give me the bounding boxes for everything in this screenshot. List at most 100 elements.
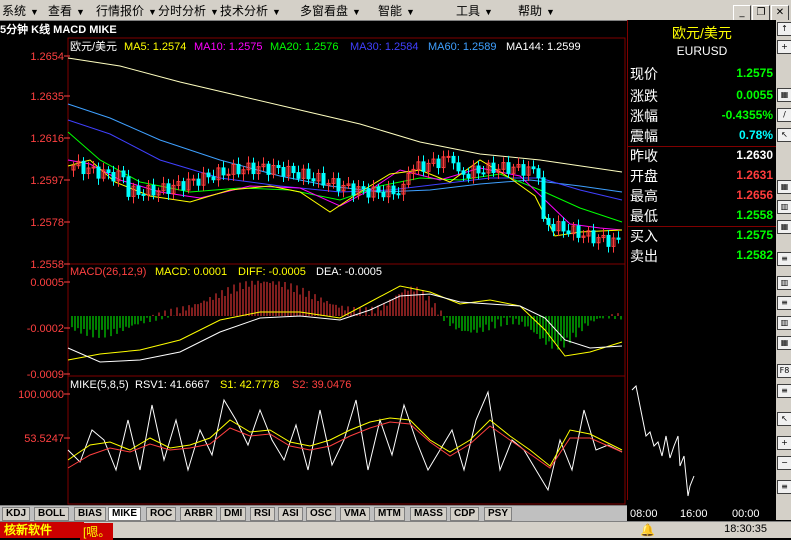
quote-row: 最高 1.2656 — [628, 186, 776, 206]
candle-body — [236, 163, 241, 175]
candle-body — [491, 162, 496, 174]
minimize-button[interactable]: _ — [733, 5, 751, 21]
quote-label: 最低 — [630, 208, 658, 224]
cursor-icon[interactable]: ↖ — [777, 412, 791, 426]
grid-icon[interactable]: ▦ — [777, 88, 791, 102]
quote-value: 0.0055 — [736, 88, 773, 102]
quote-label: 买入 — [630, 228, 658, 244]
candle-body — [311, 178, 316, 182]
candle-body — [481, 172, 486, 175]
candle-body — [576, 225, 581, 238]
quote-label: 昨收 — [630, 148, 658, 164]
s2-legend: S2: 39.0476 — [292, 379, 351, 391]
tab-bias[interactable]: BIAS — [74, 507, 106, 521]
tab-dmi[interactable]: DMI — [220, 507, 247, 521]
candle-body — [366, 188, 371, 198]
candle-body — [461, 170, 466, 175]
macd-panel-frame — [67, 263, 626, 377]
grid-icon[interactable]: ▦ — [777, 180, 791, 194]
quote-value: 1.2575 — [736, 228, 773, 242]
tab-kdj[interactable]: KDJ — [2, 507, 31, 521]
line-tool-icon[interactable]: / — [777, 108, 791, 122]
quote-label: 涨幅 — [630, 108, 658, 124]
list-icon[interactable]: ≡ — [777, 480, 791, 494]
tab-rsi[interactable]: RSI — [250, 507, 275, 521]
mini-time-1: 16:00 — [680, 508, 708, 520]
tab-psy[interactable]: PSY — [484, 507, 513, 521]
quote-label: 现价 — [630, 66, 658, 82]
diff-line — [67, 285, 623, 361]
candle-body — [606, 234, 611, 247]
candle-body — [91, 166, 96, 169]
quote-symbol: EURUSD — [676, 44, 728, 58]
candle-body — [166, 183, 171, 194]
quote-row: 卖出 1.2582 — [628, 246, 776, 266]
cursor-icon[interactable]: ↖ — [777, 128, 791, 142]
grid-icon[interactable]: ▦ — [777, 336, 791, 350]
candle-body — [466, 173, 471, 179]
quote-row: 现价 1.2575 — [628, 64, 776, 84]
quote-label: 卖出 — [630, 248, 658, 264]
quote-row: 开盘 1.2631 — [628, 166, 776, 186]
list-icon[interactable]: ≡ — [777, 296, 791, 310]
quote-value: 1.2656 — [736, 188, 773, 202]
quote-value: 1.2630 — [736, 148, 773, 162]
bar-tool-icon[interactable]: ▥ — [777, 316, 791, 330]
axis-tick-label: 1.2616 — [30, 133, 64, 145]
bar-tool-icon[interactable]: ▥ — [777, 200, 791, 214]
close-button[interactable]: ✕ — [771, 5, 789, 21]
candle-body — [591, 230, 596, 244]
list-icon[interactable]: ≡ — [777, 384, 791, 398]
ma5-legend: MA5: 1.2574 — [124, 41, 186, 53]
quote-label: 最高 — [630, 188, 658, 204]
candle-body — [536, 168, 541, 179]
tab-vma[interactable]: VMA — [340, 507, 371, 521]
grid-icon[interactable]: ▦ — [777, 220, 791, 234]
candle-body — [456, 162, 461, 172]
quote-value: -0.4355% — [721, 108, 773, 122]
candle-body — [476, 165, 481, 174]
zoom-in-icon[interactable]: + — [777, 40, 791, 54]
tab-cdp[interactable]: CDP — [450, 507, 480, 521]
diff-legend: DIFF: -0.0005 — [238, 266, 306, 278]
up-arrow-icon[interactable]: ↑ — [777, 22, 791, 36]
candle-body — [396, 193, 401, 196]
ma-legend-name: 欧元/美元 — [70, 40, 117, 53]
axis-tick-label: 1.2635 — [30, 91, 64, 103]
candle-body — [81, 160, 86, 175]
candle-body — [96, 166, 101, 179]
quote-value: 1.2558 — [736, 208, 773, 222]
candle-body — [251, 162, 256, 175]
bell-icon[interactable]: 🔔 — [640, 523, 655, 537]
status-bar: 核新软件 [嗯。 🔔 18:30:35 — [0, 521, 791, 540]
bar-tool-icon[interactable]: ▥ — [777, 276, 791, 290]
indicator-tabs: KDJ BOLL BIAS MIKE ROC ARBR DMI RSI ASI OSC VMA MTM… — [0, 505, 627, 521]
candle-body — [421, 161, 426, 172]
candle-body — [306, 168, 311, 180]
tab-roc[interactable]: ROC — [146, 507, 177, 521]
dea-line — [67, 293, 623, 363]
tab-arbr[interactable]: ARBR — [180, 507, 217, 521]
restore-button[interactable]: ❐ — [752, 5, 770, 21]
f8-key-icon[interactable]: F8 — [777, 364, 791, 378]
mike-panel-frame — [67, 375, 626, 505]
quote-row: 震幅 0.78% — [628, 126, 776, 146]
tab-asi[interactable]: ASI — [278, 507, 303, 521]
mike-axis: 100.0000 53.5247 — [18, 389, 70, 445]
tab-mass[interactable]: MASS — [410, 507, 447, 521]
candle-body — [281, 167, 286, 177]
brand-label: 核新软件 — [0, 522, 84, 538]
candle-body — [291, 165, 296, 174]
tab-mtm[interactable]: MTM — [374, 507, 405, 521]
quote-row: 最低 1.2558 — [628, 206, 776, 226]
zoom-out-icon[interactable]: − — [777, 456, 791, 470]
right-toolbar: ↑ + ▦ / ↖ ▦ ▥ ▦ ≡ ▥ ≡ ▥ ▦ F8 ≡ ↖ + − ≡ — [776, 20, 791, 520]
tab-boll[interactable]: BOLL — [34, 507, 70, 521]
candle-body — [141, 193, 146, 196]
list-icon[interactable]: ≡ — [777, 252, 791, 266]
tab-osc[interactable]: OSC — [306, 507, 336, 521]
tab-mike[interactable]: MIKE — [108, 507, 141, 521]
chart-area[interactable]: 1.2654 1.2635 1.2616 1.2597 1.2578 1.2558 0.0… — [0, 0, 627, 505]
candle-body — [566, 230, 571, 235]
zoom-in-icon[interactable]: + — [777, 436, 791, 450]
